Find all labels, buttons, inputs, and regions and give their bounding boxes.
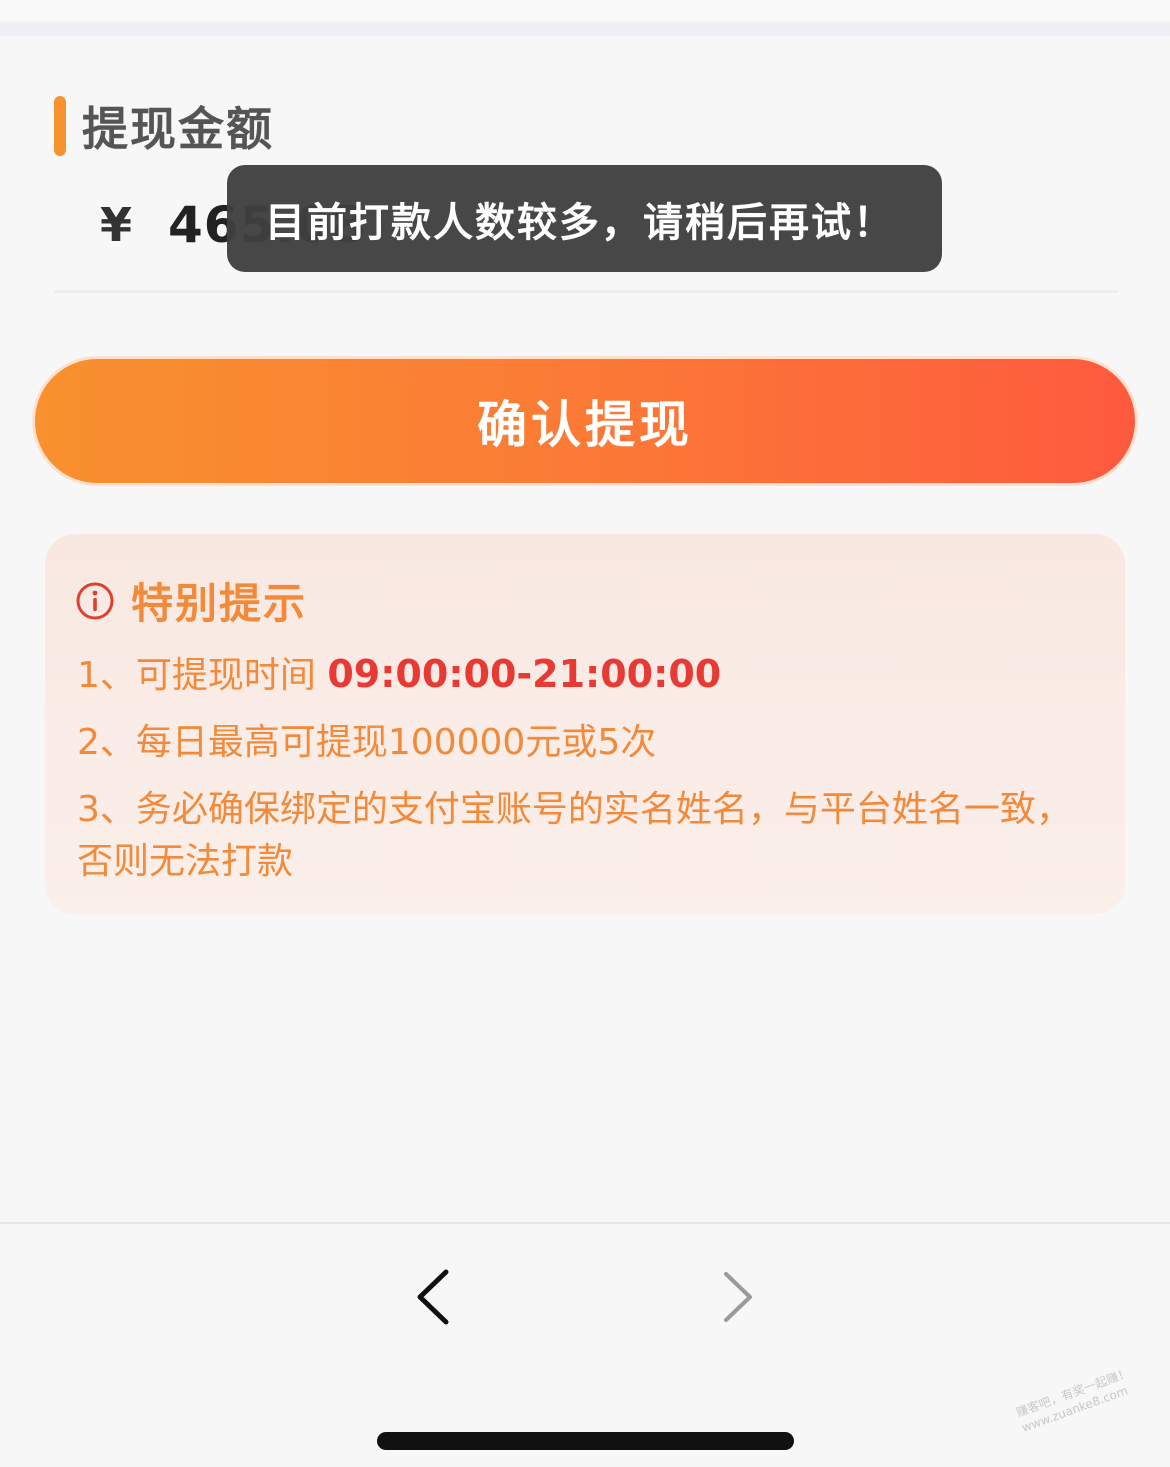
back-button[interactable] — [400, 1262, 470, 1332]
confirm-withdraw-button[interactable]: 确认提现 — [32, 356, 1138, 486]
notice-item-2: 2、每日最高可提现100000元或5次 — [77, 722, 657, 763]
notice-header: 特别提示 — [75, 570, 307, 631]
home-indicator[interactable] — [377, 1432, 794, 1450]
title-accent-bar — [54, 96, 66, 156]
toast-message: 目前打款人数较多，请稍后再试！ — [227, 165, 942, 272]
notice-item-3: 3、务必确保绑定的支付宝账号的实名姓名，与平台姓名一致，否则无法打款 — [77, 789, 1072, 882]
notice-card: 特别提示 1、可提现时间 09:00:00-21:00:00 2、每日最高可提现… — [45, 534, 1125, 914]
confirm-withdraw-label: 确认提现 — [477, 396, 693, 454]
amount-divider — [54, 290, 1118, 293]
section-title: 提现金额 — [54, 96, 274, 156]
info-icon — [76, 582, 114, 619]
section-title-text: 提现金额 — [82, 102, 274, 156]
forward-button[interactable] — [702, 1262, 772, 1332]
withdraw-time-range: 09:00:00-21:00:00 — [327, 652, 722, 696]
toolbar-divider — [0, 1222, 1170, 1224]
notice-item-1-text: 1、可提现时间 — [77, 655, 328, 696]
currency-symbol: ¥ — [100, 198, 133, 252]
watermark: 赚客吧，有奖一起赚！ www.zuanke8.com — [1014, 1358, 1166, 1462]
notice-item-1: 1、可提现时间 09:00:00-21:00:00 — [77, 648, 1099, 702]
chevron-right-icon — [724, 1272, 752, 1322]
notice-title: 特别提示 — [131, 579, 308, 628]
chevron-left-icon — [417, 1269, 449, 1325]
top-strip — [0, 0, 1170, 36]
withdraw-page: 提现金额 ¥ 465.08 确认提现 特别提示 1、可提现时间 09:00:00… — [0, 0, 1170, 1467]
toast-text: 目前打款人数较多，请稍后再试！ — [265, 199, 895, 246]
